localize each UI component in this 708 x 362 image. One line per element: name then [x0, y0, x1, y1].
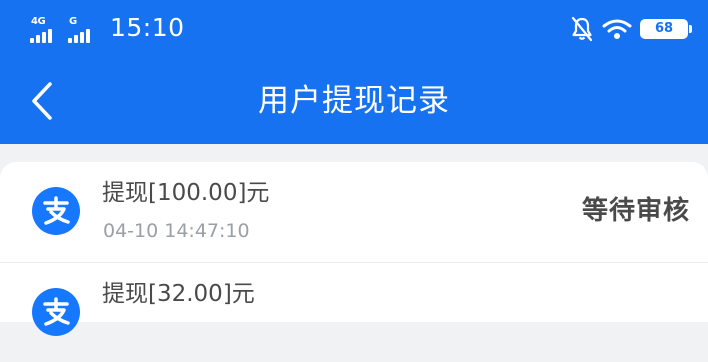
app-header: 4G G 15:10 68 用户提现记录 [0, 0, 708, 144]
list-item[interactable]: 提现[100.00]元 04-10 14:47:10 等待审核 [0, 162, 708, 262]
network-type-label-2: G [69, 16, 77, 27]
list-item[interactable]: 提现[32.00]元 [0, 262, 708, 362]
alipay-icon [32, 288, 80, 336]
alipay-icon [32, 187, 80, 235]
status-time: 15:10 [110, 13, 185, 42]
status-bar: 4G G 15:10 68 [0, 0, 708, 58]
wifi-icon [602, 19, 632, 39]
network-type-label: 4G [31, 16, 46, 27]
record-title: 提现[100.00]元 [102, 180, 270, 206]
page-title: 用户提现记录 [258, 83, 450, 119]
navigation-bar: 用户提现记录 [0, 58, 708, 144]
signal-4g-icon: 4G [30, 17, 64, 43]
record-date: 04-10 14:47:10 [103, 220, 250, 242]
signal-g-icon: G [68, 17, 102, 43]
battery-icon: 68 [640, 19, 692, 39]
status-right: 68 [570, 14, 692, 44]
mute-bell-icon [571, 16, 593, 42]
record-title: 提现[32.00]元 [102, 281, 255, 307]
record-status: 等待审核 [581, 196, 690, 226]
status-left: 4G G 15:10 [30, 13, 185, 43]
battery-level: 68 [654, 21, 674, 36]
withdraw-record-list: 提现[100.00]元 04-10 14:47:10 等待审核 提现[32.00… [0, 162, 708, 336]
